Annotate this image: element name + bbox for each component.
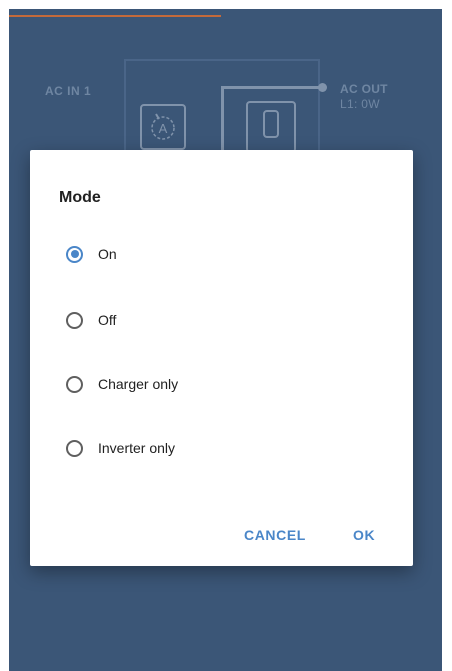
ok-button[interactable]: OK — [353, 527, 375, 543]
option-off[interactable]: Off — [66, 307, 116, 333]
ac-in-label: AC IN 1 — [45, 84, 92, 98]
top-progress-bar — [9, 15, 221, 17]
option-charger-only[interactable]: Charger only — [66, 371, 178, 397]
option-label-on: On — [98, 246, 117, 262]
cancel-button[interactable]: CANCEL — [244, 527, 306, 543]
radio-off[interactable] — [66, 311, 83, 329]
ac-out-label: AC OUT — [340, 82, 388, 96]
radio-charger-only[interactable] — [66, 375, 83, 393]
mode-dialog: Mode On Off Charger only Inverter only C… — [30, 150, 413, 566]
current-limit-icon[interactable]: A — [140, 104, 186, 150]
option-label-inverter-only: Inverter only — [98, 440, 176, 456]
dial-icon-letter: A — [159, 121, 168, 136]
radio-on[interactable] — [66, 245, 83, 263]
ac-out-value: L1: 0W — [340, 97, 380, 111]
dialog-title: Mode — [59, 189, 101, 206]
option-on[interactable]: On — [66, 241, 117, 267]
mode-switch-icon[interactable] — [246, 101, 296, 153]
ac-out-connector — [318, 83, 327, 92]
output-wire — [221, 86, 321, 89]
overview-screen: AC IN 1 AC OUT L1: 0W A Mode On Off Char… — [9, 9, 442, 671]
option-inverter-only[interactable]: Inverter only — [66, 435, 175, 461]
radio-inverter-only[interactable] — [66, 439, 83, 457]
option-label-off: Off — [98, 312, 117, 328]
option-label-charger-only: Charger only — [98, 376, 179, 392]
output-wire-drop — [221, 86, 224, 156]
